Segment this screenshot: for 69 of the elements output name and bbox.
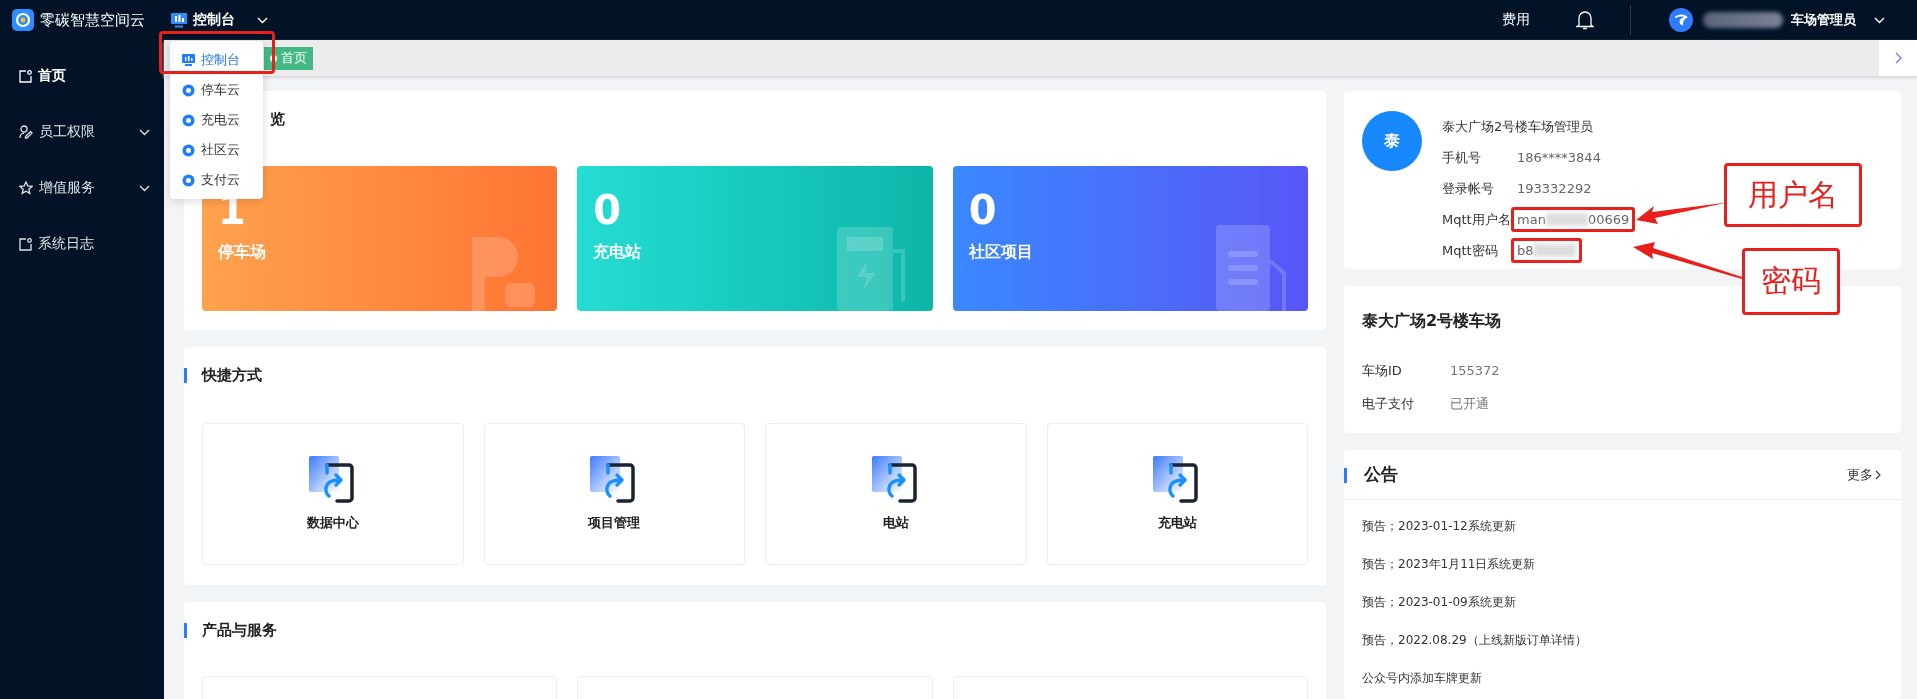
sidebar-item[interactable]: 首页 (0, 48, 164, 104)
stat-label: 停车场 (218, 242, 267, 263)
user-role[interactable]: 车场管理员 (1791, 11, 1856, 29)
stat-value: 0 (593, 188, 623, 232)
dropdown-item[interactable]: 充电云 (170, 105, 263, 135)
lot-title: 泰大广场2号楼车场 (1362, 310, 1503, 332)
section-title: 览 (270, 109, 285, 129)
more-link[interactable]: 更多 (1847, 465, 1881, 484)
field-value: 186****3844 (1516, 149, 1602, 167)
field-label: Mqtt用户名 (1442, 210, 1512, 229)
brand-name: 零碳智慧空间云 (40, 10, 145, 30)
chevron-down-icon (139, 128, 150, 136)
section-title: 公告 (1364, 463, 1398, 486)
field-value: 已开通 (1450, 394, 1489, 413)
accent-bar (184, 623, 187, 638)
console-menu[interactable]: 控制台 (171, 11, 268, 29)
field-label: 电子支付 (1362, 394, 1415, 413)
user-name: 泰大广场2号楼车场管理员 (1442, 117, 1594, 136)
field-label: 登录帐号 (1442, 179, 1495, 198)
shortcut-tile[interactable]: 电站 (765, 423, 1027, 565)
stat-label: 充电站 (593, 242, 643, 263)
redirect-icon (871, 456, 920, 504)
shortcut-tile[interactable]: 数据中心 (202, 423, 464, 565)
stat-card[interactable]: 0 社区项目 (952, 166, 1308, 311)
shortcut-tile[interactable]: 充电站 (1046, 423, 1308, 565)
stat-value: 0 (968, 188, 998, 232)
section-title: 产品与服务 (202, 620, 277, 640)
sidebar-item[interactable]: 员工权限 (0, 104, 164, 160)
highlighted-value: b8 (1511, 238, 1582, 263)
notice-item[interactable]: 预告；2023-01-09系统更新 (1362, 583, 1883, 621)
notice-item[interactable]: 预告；2023-01-12系统更新 (1362, 507, 1883, 545)
scroll-right-button[interactable] (1879, 40, 1917, 76)
star-icon (19, 181, 33, 195)
shortcut-tile[interactable]: 项目管理 (483, 423, 745, 565)
redirect-icon (308, 456, 357, 504)
notice-item[interactable]: 公众号内添加车牌更新 (1362, 659, 1883, 697)
highlighted-value: man 00669 (1511, 207, 1636, 232)
notice-item[interactable]: 预告；2023年1月11日系统更新 (1362, 545, 1883, 583)
dropdown-item[interactable]: 社区云 (170, 135, 263, 165)
annotation-label: 用户名 (1724, 163, 1862, 227)
field-label: 车场ID (1362, 361, 1403, 380)
field-label: Mqtt密码 (1442, 241, 1499, 260)
dropdown-item[interactable]: 停车云 (170, 75, 263, 105)
field-value: 155372 (1450, 363, 1500, 378)
logo-icon (12, 9, 34, 31)
stat-label: 社区项目 (968, 242, 1034, 263)
field-value: 193332292 (1516, 180, 1593, 198)
monitor-chart-icon (171, 12, 187, 28)
user-avatar-icon[interactable] (1669, 8, 1693, 32)
field-label: 手机号 (1442, 148, 1482, 167)
sidebar-item[interactable]: 增值服务 (0, 160, 164, 216)
notice-item[interactable]: 预告，2022.08.29（上线新版订单详情） (1362, 621, 1883, 659)
section-title: 快捷方式 (202, 365, 262, 385)
avatar: 泰 (1362, 111, 1422, 171)
sidebar-item[interactable]: 系统日志 (0, 216, 164, 272)
page-icon (19, 69, 32, 83)
chart-icon (182, 54, 195, 66)
bell-icon[interactable] (1576, 10, 1594, 30)
chevron-down-icon (257, 16, 268, 24)
dropdown-item[interactable]: 控制台 (170, 45, 263, 75)
chevron-right-icon (1875, 469, 1881, 480)
chevron-down-icon (1874, 16, 1885, 24)
chevron-down-icon (139, 184, 150, 192)
user-edit-icon (19, 125, 33, 139)
fee-link[interactable]: 费用 (1502, 11, 1530, 29)
chevron-right-icon (1894, 52, 1902, 64)
accent-bar (184, 368, 187, 383)
annotation-label: 密码 (1742, 248, 1840, 315)
page-icon (19, 237, 32, 251)
